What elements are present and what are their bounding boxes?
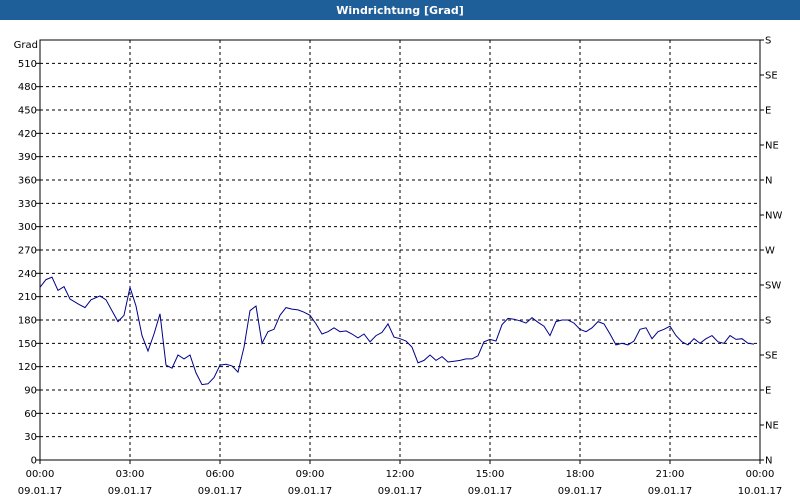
right-axis-label: N	[765, 456, 772, 467]
x-tick-time: 00:00	[746, 469, 775, 480]
x-axis-ticks: 00:00 09.01.17 03:00 09.01.17 06:00 09.01.17 0…	[18, 460, 783, 497]
y-tick-label: 90	[24, 386, 37, 397]
x-tick-time: 03:00	[116, 469, 145, 480]
y-tick-label: 300	[18, 222, 37, 233]
x-tick-date: 09.01.17	[378, 486, 423, 497]
y-tick-label: 450	[18, 106, 37, 117]
x-tick-time: 18:00	[566, 469, 595, 480]
x-tick-date: 09.01.17	[468, 486, 513, 497]
x-tick-time: 12:00	[386, 469, 415, 480]
y-axis-ticks: 0 30 60 90 120 150 180 210 240 270 300 330 360 390 420…	[18, 59, 40, 467]
y-axis-label: Grad	[14, 40, 38, 51]
x-tick-date: 09.01.17	[18, 486, 63, 497]
right-axis-label: SE	[765, 71, 778, 82]
x-tick-time: 00:00	[26, 469, 55, 480]
y-tick-label: 360	[18, 176, 37, 187]
right-axis-label: NE	[765, 141, 779, 152]
right-axis-label: S	[765, 316, 771, 327]
x-tick-date: 10.01.17	[738, 486, 783, 497]
right-axis-label: SW	[765, 281, 781, 292]
y-tick-label: 240	[18, 269, 37, 280]
y-tick-label: 180	[18, 316, 37, 327]
right-axis-label: E	[765, 386, 771, 397]
y-tick-label: 210	[18, 292, 37, 303]
y-tick-label: 0	[31, 456, 37, 467]
right-axis-label: W	[765, 246, 775, 257]
x-tick-time: 09:00	[296, 469, 325, 480]
wind-direction-chart: 0 30 60 90 120 150 180 210 240 270 300 330 360 390 420…	[14, 36, 783, 498]
right-axis-label: NE	[765, 421, 779, 432]
x-tick-date: 09.01.17	[108, 486, 153, 497]
y-tick-label: 330	[18, 199, 37, 210]
y-tick-label: 150	[18, 339, 37, 350]
x-tick-time: 15:00	[476, 469, 505, 480]
x-tick-date: 09.01.17	[198, 486, 243, 497]
right-axis-label: N	[765, 176, 772, 187]
x-tick-time: 06:00	[206, 469, 235, 480]
y-tick-label: 480	[18, 82, 37, 93]
right-axis-ticks: N NE E SE S SW W NW N NE E SE S	[760, 36, 782, 467]
y-tick-label: 420	[18, 129, 37, 140]
y-tick-label: 270	[18, 246, 37, 257]
x-tick-date: 09.01.17	[288, 486, 333, 497]
x-tick-date: 09.01.17	[648, 486, 693, 497]
right-axis-label: SE	[765, 351, 778, 362]
y-tick-label: 60	[24, 409, 37, 420]
right-axis-label: E	[765, 106, 771, 117]
y-tick-label: 510	[18, 59, 37, 70]
y-tick-label: 390	[18, 152, 37, 163]
y-tick-label: 120	[18, 362, 37, 373]
y-tick-label: 30	[24, 432, 37, 443]
right-axis-label: NW	[765, 211, 782, 222]
x-tick-time: 21:00	[656, 469, 685, 480]
right-axis-label: S	[765, 36, 771, 47]
x-tick-date: 09.01.17	[558, 486, 603, 497]
